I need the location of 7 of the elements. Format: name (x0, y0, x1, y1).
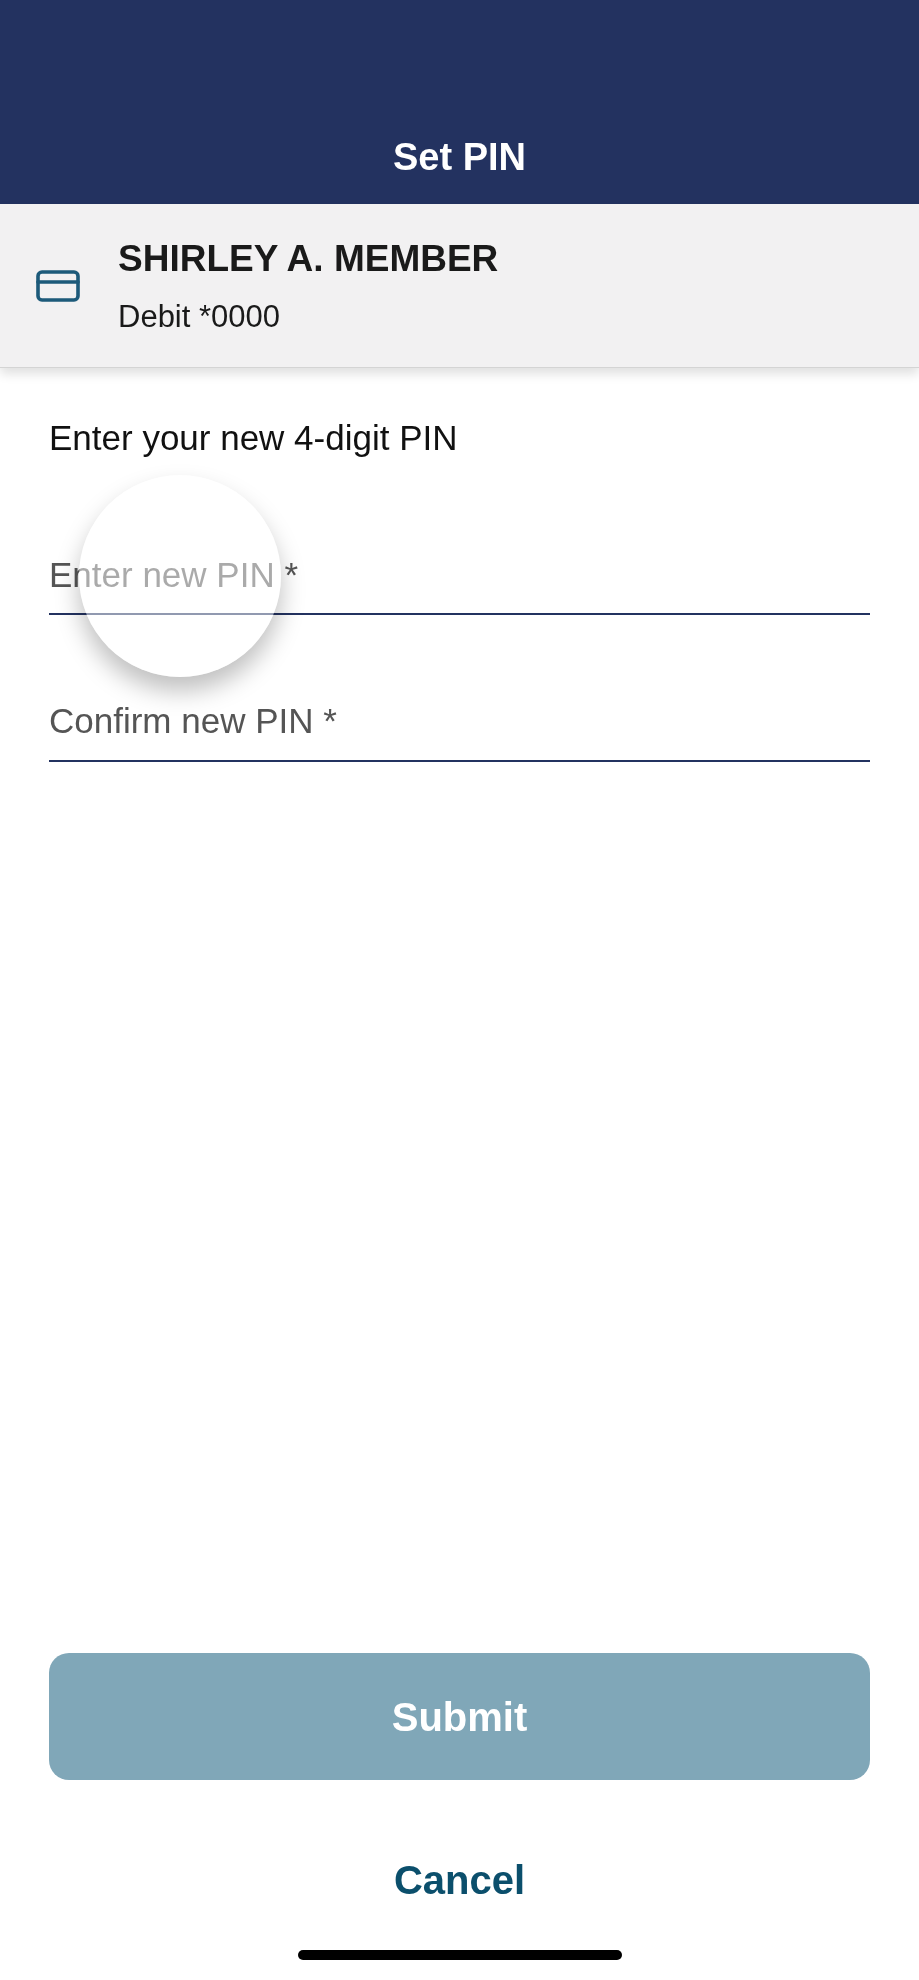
pin-input-field[interactable]: Confirm new PIN * (49, 695, 870, 762)
page-title: Set PIN (392, 135, 526, 180)
cancel-link[interactable]: Cancel (393, 1850, 526, 1910)
card-number: Debit *0000 (118, 298, 281, 336)
account-name: SHIRLEY A. MEMBER (118, 236, 499, 281)
instruction-text: Enter your new 4-digit PIN (49, 417, 459, 459)
pin-input-field[interactable]: Enter new PIN * (49, 548, 870, 615)
